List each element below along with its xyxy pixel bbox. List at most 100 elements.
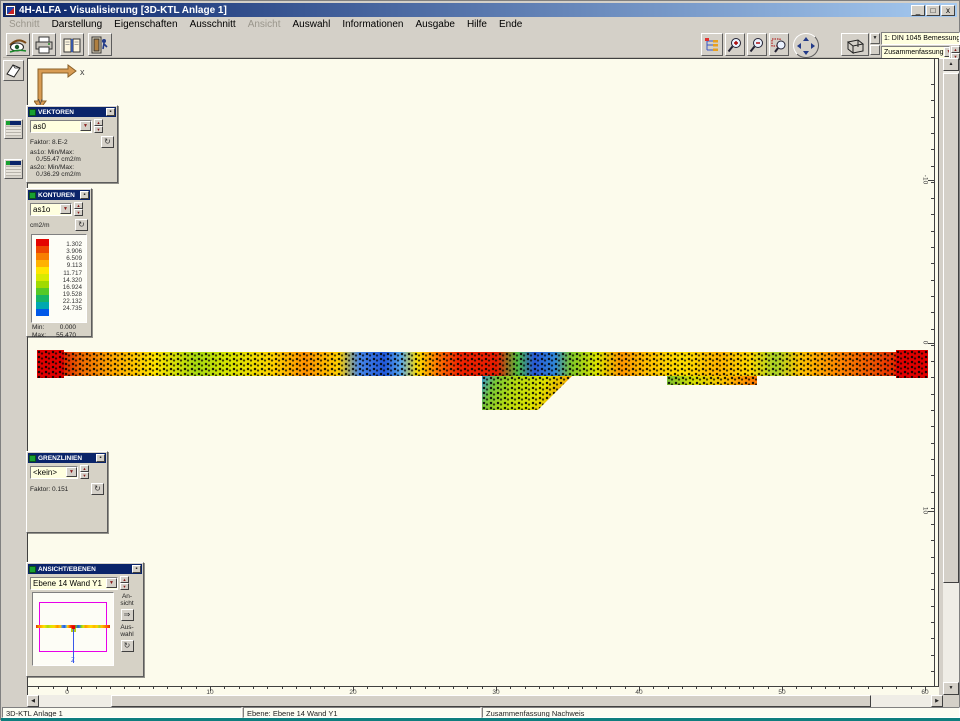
plane-select-button[interactable] <box>3 60 24 81</box>
chevron-down-icon[interactable]: ▼ <box>60 204 71 214</box>
ruler-tick <box>324 687 325 689</box>
spin-up-icon[interactable]: ▲ <box>951 46 960 53</box>
menu-auswahl[interactable]: Auswahl <box>287 19 337 30</box>
view-3d-button[interactable] <box>841 33 869 56</box>
documentation-button[interactable] <box>60 33 84 56</box>
scale-swatch <box>36 246 49 253</box>
panel-icon <box>29 192 36 199</box>
scale-value: 1.302 <box>63 241 82 248</box>
konturen-select[interactable]: as1o ▼ <box>30 203 72 216</box>
refresh-icon[interactable]: ↻ <box>101 136 114 148</box>
min-value: 0.000 <box>60 324 86 331</box>
close-button[interactable]: x <box>941 5 955 16</box>
ruler-tick <box>931 133 934 134</box>
close-icon[interactable]: ▪ <box>106 108 115 116</box>
panel-titlebar[interactable]: VEKTOREN ▪ <box>28 107 116 117</box>
ansicht-button[interactable]: ⇒ <box>121 609 134 621</box>
grenzlinien-spinner[interactable]: ▲▼ <box>80 465 89 479</box>
ruler-tick <box>553 687 554 689</box>
grenzlinien-select[interactable]: <kein> ▼ <box>30 466 78 479</box>
panel-titlebar[interactable]: GRENZLINIEN ▪ <box>28 453 106 463</box>
ruler-tick <box>81 687 82 689</box>
scale-value: 11.717 <box>63 270 82 277</box>
max-value: 55.470 <box>56 332 86 339</box>
menu-ausschnitt[interactable]: Ausschnitt <box>184 19 242 30</box>
view-settings-button[interactable] <box>6 33 30 56</box>
pan-control[interactable] <box>793 33 819 58</box>
ruler-tick <box>931 475 934 476</box>
chevron-down-icon[interactable]: ▼ <box>66 467 77 477</box>
ruler-tick <box>253 687 254 689</box>
v-ruler-label: 10 <box>922 504 929 518</box>
scale-value: 9.113 <box>63 262 82 269</box>
ruler-tick <box>911 687 912 689</box>
chevron-down-icon[interactable]: ▼ <box>80 121 91 131</box>
view-3d-dropdown[interactable]: ▼ <box>870 33 880 56</box>
menu-ende[interactable]: Ende <box>493 19 528 30</box>
scale-swatch <box>36 239 49 246</box>
close-icon[interactable]: ▪ <box>80 191 89 199</box>
ruler-tick <box>110 687 111 689</box>
plane-preview[interactable]: Z <box>32 592 114 666</box>
result-select[interactable]: Zusammenfassung ▼ <box>881 46 950 59</box>
v-scroll-thumb[interactable] <box>943 73 959 583</box>
chevron-down-icon[interactable]: ▼ <box>106 578 117 588</box>
v-scrollbar[interactable]: ▲ ▼ <box>943 58 959 695</box>
zoom-out-icon <box>749 37 765 53</box>
scroll-right-icon[interactable]: ▶ <box>931 695 943 707</box>
ebene-select[interactable]: Ebene 14 Wand Y1 ▼ <box>30 577 118 590</box>
scroll-down-icon[interactable]: ▼ <box>943 682 959 695</box>
minimize-button[interactable]: _ <box>911 5 925 16</box>
design-code-select[interactable]: 1: DIN 1045 Bemessung ▼ <box>881 32 960 45</box>
panel-icon <box>29 109 36 116</box>
chevron-down-icon[interactable]: ▼ <box>944 47 950 57</box>
ebene-value: Ebene 14 Wand Y1 <box>33 579 102 588</box>
menu-informationen[interactable]: Informationen <box>336 19 409 30</box>
zoom-in-button[interactable] <box>725 33 745 56</box>
menu-darstellung[interactable]: Darstellung <box>46 19 109 30</box>
vektoren-value: as0 <box>33 122 46 131</box>
v-ruler-label: 0 <box>922 336 929 350</box>
auswahl-button[interactable]: ↻ <box>121 640 134 652</box>
zoom-window-button[interactable] <box>769 33 789 56</box>
close-icon[interactable]: ▪ <box>132 565 141 573</box>
refresh-icon[interactable]: ↻ <box>91 483 104 495</box>
maximize-button[interactable]: □ <box>926 5 940 16</box>
minimized-panel-2[interactable] <box>4 159 23 179</box>
ruler-tick <box>38 687 39 689</box>
ruler-tick <box>396 687 397 689</box>
structure-tree-button[interactable] <box>701 33 723 56</box>
book-icon <box>62 36 82 54</box>
grenzlinien-faktor: Faktor: 0.151 <box>30 486 68 493</box>
vektoren-spinner[interactable]: ▲▼ <box>94 119 103 133</box>
panel-titlebar[interactable]: ANSICHT/EBENEN ▪ <box>28 564 142 574</box>
ruler-tick <box>931 280 934 281</box>
menu-eigenschaften[interactable]: Eigenschaften <box>108 19 183 30</box>
printer-icon <box>34 36 54 54</box>
refresh-icon[interactable]: ↻ <box>75 219 88 231</box>
ruler-tick <box>931 231 934 232</box>
ebene-spinner[interactable]: ▲▼ <box>120 576 129 590</box>
minimized-panel-1[interactable] <box>4 119 23 139</box>
zoom-out-button[interactable] <box>747 33 767 56</box>
ruler-tick <box>167 687 168 689</box>
h-scrollbar[interactable]: ◀ ▶ <box>27 695 943 707</box>
scroll-up-icon[interactable]: ▲ <box>943 58 959 71</box>
scale-swatch <box>36 295 49 302</box>
vektoren-select[interactable]: as0 ▼ <box>30 120 92 133</box>
menu-hilfe[interactable]: Hilfe <box>461 19 493 30</box>
panel-titlebar[interactable]: KONTUREN ▪ <box>28 190 90 200</box>
konturen-spinner[interactable]: ▲▼ <box>74 202 83 216</box>
ruler-tick <box>739 687 740 689</box>
h-scroll-thumb[interactable] <box>111 695 871 707</box>
ruler-tick <box>96 687 97 689</box>
scroll-left-icon[interactable]: ◀ <box>27 695 39 707</box>
title-bar[interactable]: 4H-ALFA - Visualisierung [3D-KTL Anlage … <box>3 3 957 17</box>
mini-body <box>6 126 21 136</box>
exit-button[interactable] <box>88 33 112 56</box>
konturen-unit: cm2/m <box>30 222 50 229</box>
zoom-window-icon <box>771 37 787 53</box>
close-icon[interactable]: ▪ <box>96 454 105 462</box>
menu-ausgabe[interactable]: Ausgabe <box>409 19 460 30</box>
print-button[interactable] <box>32 33 56 56</box>
